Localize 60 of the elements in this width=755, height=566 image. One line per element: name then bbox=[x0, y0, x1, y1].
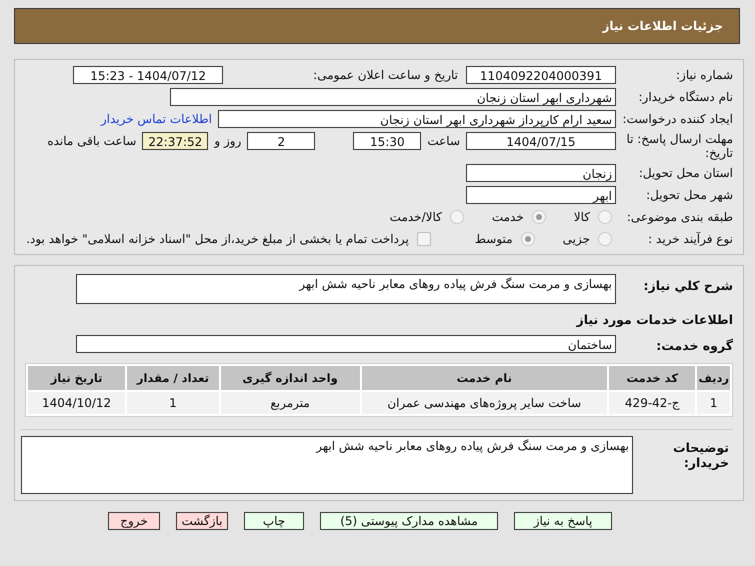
action-button[interactable]: پاسخ به نیاز bbox=[514, 512, 612, 530]
field-label: شهر محل تحویل: bbox=[645, 188, 733, 202]
buyer-org-field: شهرداری ابهر استان زنجان bbox=[170, 88, 616, 106]
table-cell: 1 bbox=[127, 392, 219, 414]
deadline-time-field: 15:30 bbox=[353, 132, 422, 150]
field-label: نوع فرآیند خرید : bbox=[647, 232, 733, 246]
column-header: تاریخ نیاز bbox=[28, 366, 126, 390]
column-header: ردیف bbox=[697, 366, 730, 390]
action-button[interactable]: چاپ bbox=[244, 512, 304, 530]
column-header: نام خدمت bbox=[362, 366, 608, 390]
field-label: روز و bbox=[214, 133, 242, 150]
table-cell: مترمربع bbox=[220, 392, 360, 414]
field-label: مهلت ارسال پاسخ: تا تاریخ: bbox=[625, 132, 733, 160]
table-cell: 1 bbox=[697, 392, 730, 414]
field-label: شماره نیاز: bbox=[675, 68, 733, 82]
field-label: نام دستگاه خریدار: bbox=[638, 90, 733, 104]
section-title: اطلاعات خدمات مورد نیاز bbox=[576, 312, 733, 326]
page-title: جزئیات اطلاعات نیاز bbox=[602, 19, 723, 33]
field-label: طبقه بندی موضوعی: bbox=[626, 210, 733, 224]
contact-link[interactable]: اطلاعات تماس خریدار bbox=[100, 112, 212, 126]
checkbox[interactable] bbox=[416, 232, 431, 246]
column-header: تعداد / مقدار bbox=[127, 366, 219, 390]
field-label: ساعت bbox=[427, 133, 460, 150]
remaining-time-field: 22:37:52 bbox=[142, 132, 208, 150]
action-button[interactable]: مشاهده مدارک پیوستی (5) bbox=[320, 512, 498, 530]
service-group-field: ساختمان bbox=[76, 334, 616, 352]
province-field: زنجان bbox=[466, 164, 616, 182]
table-cell: 1404/10/12 bbox=[28, 392, 126, 414]
buyer-notes-field: بهسازی و مرمت سنگ فرش پیاده روهای معابر ناحیه شش ابهر bbox=[21, 436, 633, 494]
field-label: استان محل تحویل: bbox=[638, 166, 733, 180]
radio-button[interactable] bbox=[520, 232, 535, 246]
action-button[interactable]: خروج bbox=[108, 512, 160, 530]
table-cell: ج-42-429 bbox=[609, 392, 696, 414]
action-button[interactable]: بازگشت bbox=[176, 512, 228, 530]
field-label: گروه خدمت: bbox=[655, 337, 733, 353]
announce-date-field: 1404/07/12 - 15:23 bbox=[73, 66, 224, 84]
creator-field: سعید ارام کارپرداز شهرداری ابهر استان زنجان bbox=[218, 110, 616, 128]
field-label: ساعت باقی مانده bbox=[47, 133, 136, 150]
field-label: ایجاد کننده درخواست: bbox=[621, 112, 733, 126]
field-label: شرح کلي نیاز: bbox=[642, 277, 733, 293]
radio-button[interactable] bbox=[598, 232, 612, 246]
field-label: توضیحات خریدار: bbox=[672, 439, 729, 470]
radio-label: جزیی bbox=[562, 232, 590, 246]
field-label: تاریخ و ساعت اعلان عمومی: bbox=[313, 68, 458, 82]
description-field: بهسازی و مرمت سنگ فرش پیاده روهای معابر ناحیه شش ابهر bbox=[76, 274, 616, 304]
need-number-field: 1104092204000391 bbox=[466, 66, 616, 84]
radio-label: متوسط bbox=[474, 232, 513, 246]
column-header: واحد اندازه گیری bbox=[220, 366, 360, 390]
radio-label: کالا bbox=[574, 210, 590, 224]
radio-label: خدمت bbox=[492, 210, 524, 224]
table-cell: ساخت سایر پروژه‌های مهندسی عمران bbox=[362, 392, 608, 414]
radio-button[interactable] bbox=[532, 210, 546, 224]
radio-label: کالا/خدمت bbox=[390, 210, 442, 224]
deadline-date-field: 1404/07/15 bbox=[466, 132, 616, 150]
radio-button[interactable] bbox=[598, 210, 612, 224]
city-field: ابهر bbox=[466, 186, 616, 204]
payment-note: پرداخت تمام یا بخشی از مبلغ خرید،از محل "اسناد خزانه اسلامی" خواهد بود. bbox=[26, 232, 409, 246]
days-field: 2 bbox=[247, 132, 316, 150]
radio-button[interactable] bbox=[450, 210, 464, 224]
column-header: کد خدمت bbox=[609, 366, 696, 390]
